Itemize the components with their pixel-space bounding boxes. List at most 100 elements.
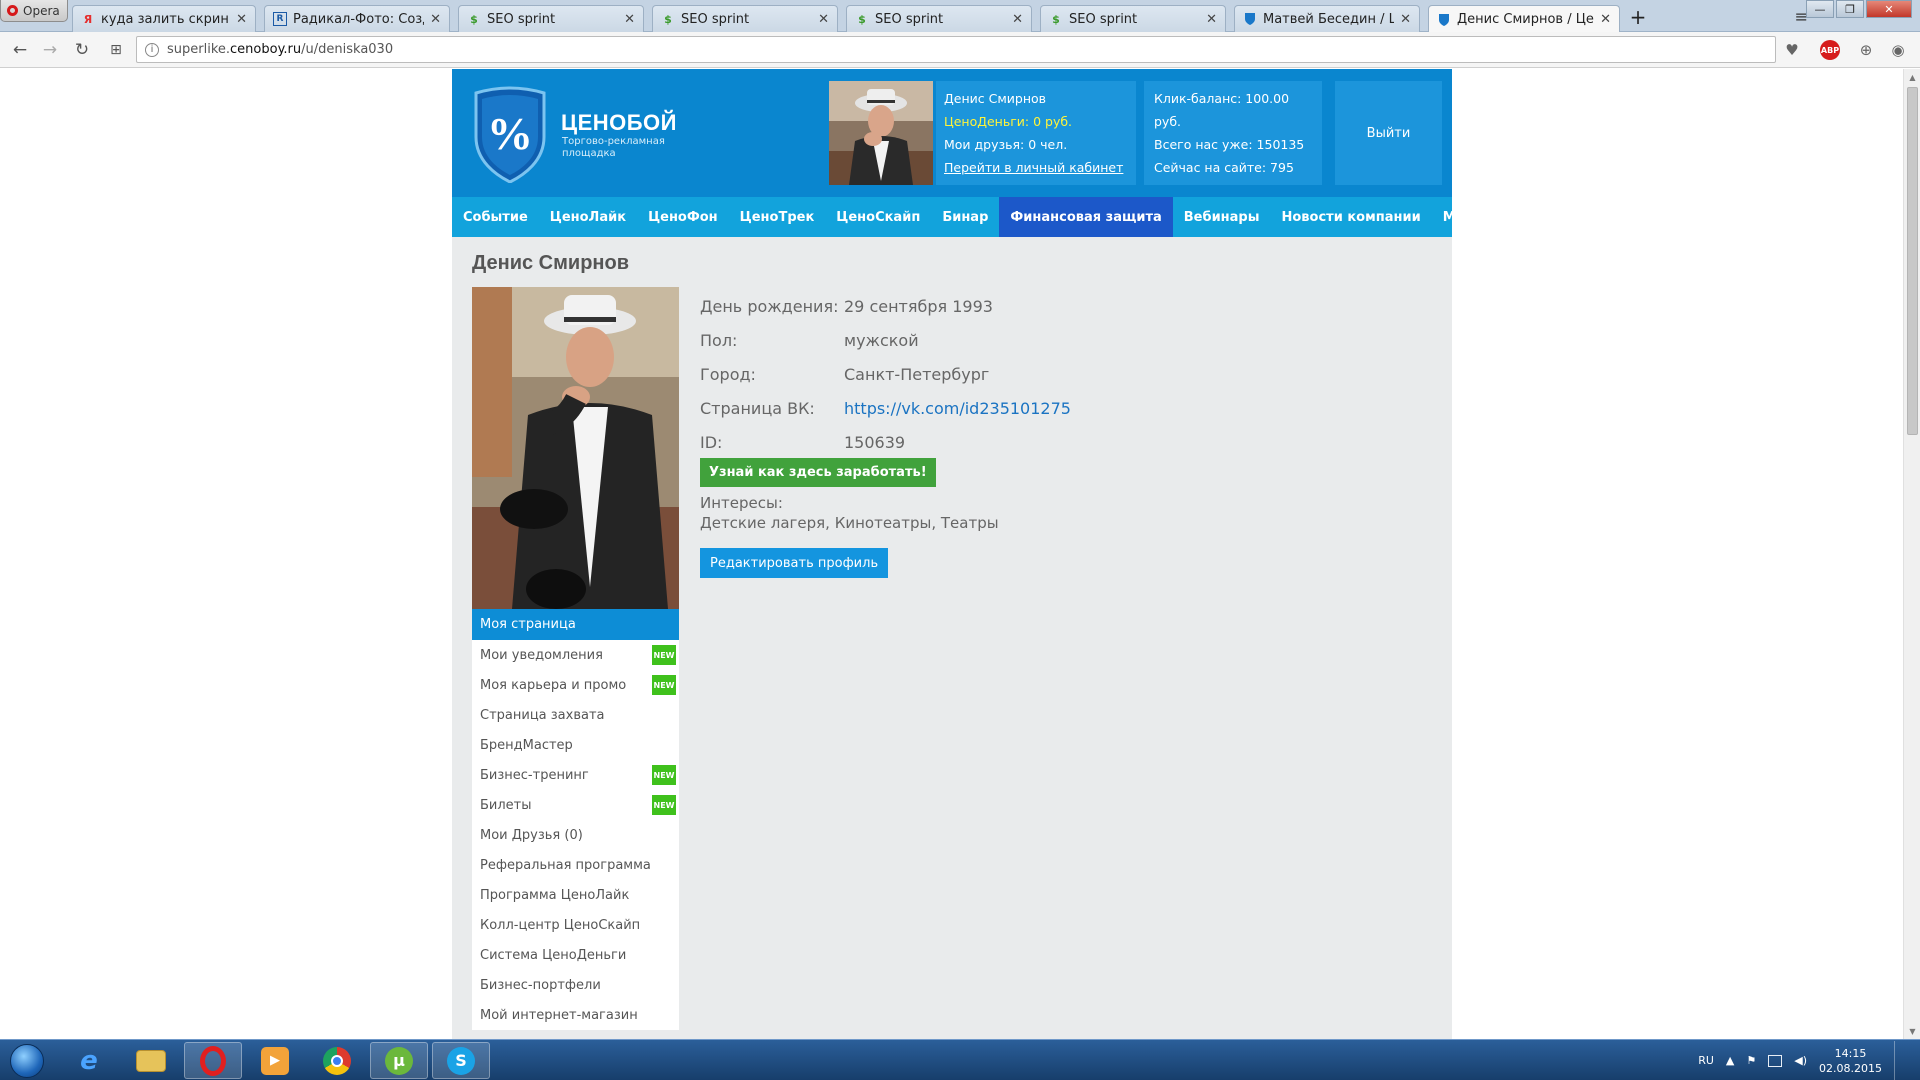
browser-tab-bar: Opera Я куда залить скриншот и с ✕ R Рад… (0, 0, 1920, 33)
opera-logo-icon (7, 5, 18, 16)
profile-info: День рождения: 29 сентября 1993 Пол: муж… (700, 289, 1300, 459)
opera-menu-button[interactable]: Opera (0, 0, 68, 22)
info-row-city: Город: Санкт-Петербург (700, 357, 1300, 391)
menu-item-cenotrek[interactable]: ЦеноТрек (729, 197, 826, 237)
close-tab-icon[interactable]: ✕ (818, 12, 829, 27)
sidebar-item-career[interactable]: Моя карьера и промо NEW (472, 670, 679, 700)
window-controls: — ❐ ✕ (1806, 0, 1912, 18)
opera-icon[interactable] (184, 1042, 242, 1079)
user-avatar[interactable] (829, 81, 933, 185)
sidebar-item-tickets[interactable]: Билеты NEW (472, 790, 679, 820)
close-tab-icon[interactable]: ✕ (236, 12, 247, 27)
sidebar-item-label: Бизнес-тренинг (480, 767, 589, 783)
scroll-up-icon[interactable]: ▲ (1904, 69, 1920, 85)
internet-explorer-icon[interactable]: e (60, 1042, 118, 1079)
adblock-plus-icon[interactable]: ABP (1820, 40, 1840, 60)
close-tab-icon[interactable]: ✕ (430, 12, 441, 27)
skype-icon[interactable]: S (432, 1042, 490, 1079)
close-tab-icon[interactable]: ✕ (1012, 12, 1023, 27)
network-icon[interactable] (1768, 1054, 1783, 1067)
sidebar-item-label: Моя карьера и промо (480, 677, 627, 693)
menu-item-financial-protection[interactable]: Финансовая защита (999, 197, 1173, 237)
page-scrollbar[interactable]: ▲ ▼ (1903, 69, 1920, 1039)
vk-page-link[interactable]: https://vk.com/id235101275 (844, 399, 1071, 418)
download-icon[interactable]: ⊕ (1856, 40, 1876, 60)
edit-profile-button[interactable]: Редактировать профиль (700, 548, 889, 578)
scrollbar-thumb[interactable] (1907, 87, 1918, 435)
scroll-down-icon[interactable]: ▼ (1904, 1023, 1920, 1039)
back-arrow-icon[interactable]: ← (10, 40, 30, 60)
sidebar-item-label: Система ЦеноДеньги (480, 947, 627, 963)
sidebar-item-label: Бизнес-портфели (480, 977, 601, 993)
menu-item-company-news[interactable]: Новости компании (1271, 197, 1432, 237)
menu-item-binar[interactable]: Бинар (931, 197, 999, 237)
start-button[interactable] (2, 1041, 52, 1080)
sidebar-item-cenolike-program[interactable]: Программа ЦеноЛайк (472, 880, 679, 910)
browser-tab[interactable]: Матвей Беседин / Ценоб ✕ (1234, 5, 1420, 32)
sidebar-item-notifications[interactable]: Мои уведомления NEW (472, 640, 679, 670)
account-icon[interactable]: ◉ (1888, 40, 1908, 60)
menu-item-cenoskype[interactable]: ЦеноСкайп (825, 197, 931, 237)
menu-item-marathon[interactable]: Марафон (1432, 197, 1525, 237)
windows-logo-icon (10, 1043, 44, 1078)
sidebar-item-business-training[interactable]: Бизнес-тренинг NEW (472, 760, 679, 790)
clock[interactable]: 14:15 02.08.2015 (1819, 1046, 1882, 1076)
close-window-button[interactable]: ✕ (1866, 0, 1912, 18)
chrome-icon[interactable] (308, 1042, 366, 1079)
close-tab-icon[interactable]: ✕ (1600, 12, 1611, 27)
menu-item-event[interactable]: Событие (452, 197, 539, 237)
sidebar-item-label: Реферальная программа (480, 857, 651, 873)
sidebar-item-portfolios[interactable]: Бизнес-портфели (472, 970, 679, 1000)
forward-arrow-icon[interactable]: → (40, 40, 60, 60)
new-badge: NEW (652, 675, 676, 695)
click-balance: Клик-баланс: 100.00 руб. (1154, 91, 1290, 129)
site-info-icon[interactable]: i (145, 42, 159, 57)
site-header: % ЦЕНОБОЙ Торгово-рекламная площадка Ден… (452, 69, 1452, 201)
sidebar-item-cenomoney[interactable]: Система ЦеноДеньги (472, 940, 679, 970)
maximize-button[interactable]: ❐ (1836, 0, 1864, 18)
browser-tab-active[interactable]: Денис Смирнов / Ценобо ✕ (1428, 5, 1620, 33)
seosprint-icon: $ (470, 12, 478, 26)
tab-title: SEO sprint (487, 11, 556, 27)
volume-icon[interactable]: ◀) (1794, 1054, 1807, 1067)
sidebar-item-friends[interactable]: Мои Друзья (0) (472, 820, 679, 850)
language-indicator[interactable]: RU (1698, 1054, 1714, 1067)
logout-button[interactable]: Выйти (1335, 81, 1442, 185)
close-tab-icon[interactable]: ✕ (1400, 12, 1411, 27)
menu-item-cenofon[interactable]: ЦеноФон (637, 197, 729, 237)
new-tab-button[interactable]: + (1627, 5, 1649, 29)
minimize-button[interactable]: — (1806, 0, 1834, 18)
menu-item-cenolike[interactable]: ЦеноЛайк (539, 197, 637, 237)
close-tab-icon[interactable]: ✕ (1206, 12, 1217, 27)
browser-tab[interactable]: Я куда залить скриншот и с ✕ (72, 5, 256, 32)
menu-item-webinars[interactable]: Вебинары (1173, 197, 1271, 237)
sidebar-item-capture-page[interactable]: Страница захвата (472, 700, 679, 730)
browser-tab[interactable]: $ SEO sprint ✕ (652, 5, 838, 32)
address-bar[interactable]: i superlike.cenoboy.ru/u/deniska030 (136, 36, 1776, 63)
sidebar-item-online-shop[interactable]: Мой интернет-магазин (472, 1000, 679, 1030)
browser-tab[interactable]: $ SEO sprint ✕ (846, 5, 1032, 32)
tray-expand-icon[interactable]: ▲ (1726, 1054, 1734, 1067)
utorrent-icon[interactable]: µ (370, 1042, 428, 1079)
show-desktop-button[interactable] (1894, 1040, 1908, 1080)
earn-money-button[interactable]: Узнай как здесь заработать! (700, 458, 936, 487)
speed-dial-icon[interactable]: ⊞ (106, 40, 126, 60)
close-tab-icon[interactable]: ✕ (624, 12, 635, 27)
sidebar-item-referral[interactable]: Реферальная программа (472, 850, 679, 880)
sidebar-item-brandmaster[interactable]: БрендМастер (472, 730, 679, 760)
action-center-flag-icon[interactable]: ⚑ (1746, 1054, 1756, 1067)
browser-tab[interactable]: $ SEO sprint ✕ (458, 5, 644, 32)
reload-icon[interactable]: ↻ (72, 40, 92, 60)
cabinet-link[interactable]: Перейти в личный кабинет (944, 160, 1123, 175)
sidebar-item-label: Колл-центр ЦеноСкайп (480, 917, 641, 933)
heart-icon[interactable]: ♥ (1782, 40, 1802, 60)
media-player-icon[interactable]: ▶ (246, 1042, 304, 1079)
browser-tab[interactable]: $ SEO sprint ✕ (1040, 5, 1226, 32)
clock-time: 14:15 (1834, 1046, 1867, 1060)
cenoboy-logo-icon[interactable]: % (472, 83, 548, 183)
sidebar-item-my-page[interactable]: Моя страница (472, 609, 679, 640)
folder-icon[interactable] (122, 1042, 180, 1079)
new-badge: NEW (652, 765, 676, 785)
browser-tab[interactable]: R Радикал-Фото: Создай ф ✕ (264, 5, 450, 32)
sidebar-item-call-center[interactable]: Колл-центр ЦеноСкайп (472, 910, 679, 940)
